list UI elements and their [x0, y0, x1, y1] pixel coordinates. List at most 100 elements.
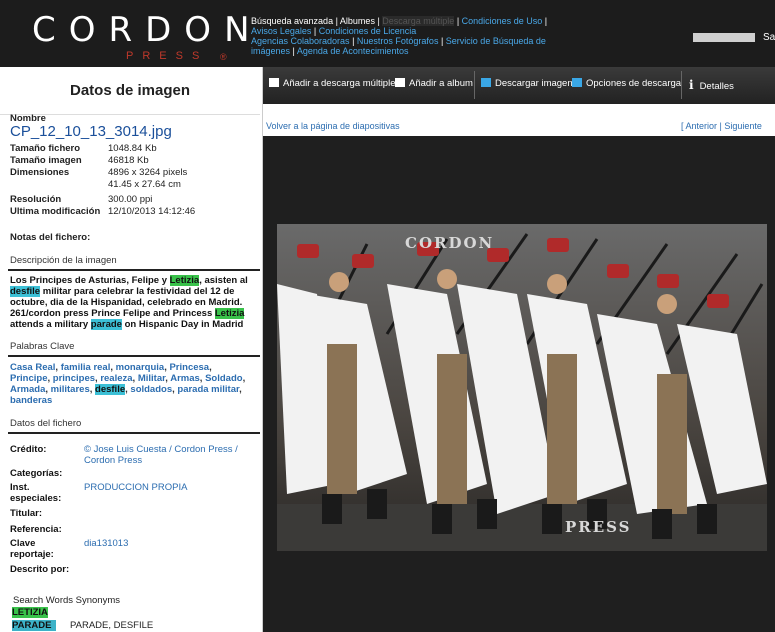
meta-row: Resolución 300.00 ppi — [10, 194, 152, 205]
meta-key: Tamaño imagen — [10, 155, 82, 166]
nav-agenda[interactable]: Agenda de Acontecimientos — [297, 46, 409, 56]
desc-text: attends a military — [10, 319, 91, 330]
inst-value: PRODUCCION PROPIA — [84, 482, 188, 493]
keyword-link[interactable]: banderas — [10, 395, 52, 406]
divider — [8, 269, 260, 271]
logo-registered-mark: ® — [220, 52, 227, 62]
prev-next-nav[interactable]: [ Anterior | Siguiente — [681, 121, 762, 131]
add-multi-download-button[interactable]: Añadir a descarga múltiple — [269, 78, 395, 89]
cordon-press-logo[interactable]: CORDON PRESS ® — [8, 6, 250, 62]
clave-value: dia131013 — [84, 538, 129, 549]
descrito-label: Descrito por: — [10, 564, 70, 575]
meta-row: Tamaño fichero 1048.84 Kb — [10, 143, 157, 154]
divider — [8, 355, 260, 357]
nav-fotografos[interactable]: Nuestros Fotógrafos — [357, 36, 439, 46]
add-album-button[interactable]: Añadir a album — [395, 78, 473, 89]
toolbar-separator — [474, 71, 475, 99]
nav-condiciones-licencia[interactable]: Condiciones de Licencia — [319, 26, 417, 36]
clave-label: Clave reportaje: — [10, 538, 54, 560]
keyword-link[interactable]: Armas — [170, 373, 200, 384]
synonym-term: PARADE — [12, 620, 56, 631]
logo-main-text: CORDON — [32, 10, 263, 50]
meta-value: 1048.84 Kb — [108, 143, 157, 154]
keyword-link[interactable]: familia real — [61, 362, 111, 373]
download-options-button[interactable]: Opciones de descarga — [572, 78, 681, 89]
keyword-link[interactable]: Militar — [138, 373, 165, 384]
preview-image[interactable]: CORDON PRESS — [277, 224, 767, 551]
download-image-button[interactable]: Descargar imagen — [481, 78, 573, 89]
cart-icon — [269, 78, 279, 87]
back-to-slides-link[interactable]: Volver a la página de diapositivas — [266, 121, 400, 131]
meta-key: Ultima modificación — [10, 206, 101, 217]
keyword-list: Casa Real, familia real, monarquia, Prin… — [10, 362, 246, 406]
keyword-link[interactable]: Soldado — [205, 373, 242, 384]
meta-value: 46818 Kb — [108, 155, 149, 166]
watermark-bottom: PRESS — [565, 518, 632, 536]
titular-label: Titular: — [10, 508, 43, 519]
keyword-link[interactable]: soldados — [130, 384, 172, 395]
nav-albumes[interactable]: Albumes — [340, 16, 375, 26]
meta-row: 41.45 x 27.64 cm — [10, 179, 181, 190]
desc-highlight: parade — [90, 319, 122, 330]
keyword-link[interactable]: parada militar — [177, 384, 239, 395]
toolbar-label: Detalles — [699, 81, 734, 92]
desc-text: , asisten al — [199, 275, 248, 286]
desc-text: Los Principes de Asturias, Felipe y — [10, 275, 170, 286]
watermark-top: CORDON — [405, 234, 495, 252]
inst-label: Inst. especiales: — [10, 482, 62, 504]
palabras-clave-label: Palabras Clave — [10, 341, 75, 352]
nav-condiciones-uso[interactable]: Condiciones de Uso — [462, 16, 543, 26]
meta-key: Tamaño fichero — [10, 143, 81, 154]
toolbar-label: Descargar imagen — [495, 78, 573, 89]
file-name: CP_12_10_13_3014.jpg — [10, 123, 172, 140]
meta-value: 4896 x 3264 pixels — [108, 167, 188, 178]
referencia-label: Referencia: — [10, 524, 62, 535]
keyword-link[interactable]: Armada — [10, 384, 45, 395]
keyword-link[interactable]: Principe — [10, 373, 48, 384]
credito-value: © Jose Luis Cuesta / Cordon Press / Cord… — [84, 444, 238, 466]
info-icon: i — [689, 78, 694, 92]
meta-value: 12/10/2013 14:12:46 — [108, 206, 196, 217]
top-navigation: Búsqueda avanzada | Albumes | Descarga m… — [251, 16, 548, 56]
image-toolbar: Añadir a descarga múltiple Añadir a albu… — [263, 67, 775, 104]
soldiers-parade-photo — [277, 224, 767, 551]
divider — [8, 432, 260, 434]
toolbar-label: Opciones de descarga — [586, 78, 682, 89]
details-button[interactable]: i Detalles — [689, 78, 734, 92]
meta-value: 41.45 x 27.64 cm — [108, 179, 181, 190]
toolbar-separator — [681, 71, 682, 99]
keyword-link[interactable]: monarquia — [116, 362, 165, 373]
notas-label: Notas del fichero: — [10, 232, 91, 243]
keyword-link[interactable]: realeza — [100, 373, 132, 384]
meta-row: Tamaño imagen 46818 Kb — [10, 155, 149, 166]
desc-text: on Hispanic Day in Madrid — [121, 319, 244, 330]
logo-sub-text: PRESS — [126, 50, 209, 62]
options-icon — [572, 78, 582, 87]
meta-row: Dimensiones 4896 x 3264 pixels — [10, 167, 187, 178]
toolbar-label: Añadir a album — [409, 78, 473, 89]
keyword-link[interactable]: Casa Real — [10, 362, 55, 373]
keyword-link[interactable]: desfile — [95, 384, 126, 395]
datos-fichero-label: Datos del fichero — [10, 418, 82, 429]
image-viewer: Añadir a descarga múltiple Añadir a albu… — [263, 67, 775, 632]
categorias-label: Categorías: — [10, 468, 63, 479]
desc-text: militar para celebrar la festividad del … — [10, 286, 243, 319]
navigation-bar: Volver a la página de diapositivas [ Ant… — [263, 104, 775, 136]
nav-busqueda-avanzada[interactable]: Búsqueda avanzada — [251, 16, 333, 26]
synonym-value: PARADE, DESFILE — [70, 620, 154, 631]
user-text[interactable]: Sa — [763, 32, 775, 43]
descripcion-label: Descripción de la imagen — [10, 255, 117, 266]
nav-agencias[interactable]: Agencias Colaboradoras — [251, 36, 350, 46]
user-name-box[interactable] — [693, 33, 755, 42]
synonym-letizia: LETIZIA — [12, 607, 48, 618]
nav-descarga-multiple[interactable]: Descarga múltiple — [382, 16, 455, 26]
image-data-panel: Datos de imagen Nombre CP_12_10_13_3014.… — [0, 67, 263, 632]
keyword-link[interactable]: principes — [53, 373, 95, 384]
keyword-link[interactable]: militares — [51, 384, 90, 395]
nav-avisos-legales[interactable]: Avisos Legales — [251, 26, 311, 36]
toolbar-label: Añadir a descarga múltiple — [283, 78, 396, 89]
desc-highlight: Letizia — [214, 308, 245, 319]
desc-highlight: desfile — [10, 286, 41, 297]
meta-row: Ultima modificación 12/10/2013 14:12:46 — [10, 206, 195, 217]
keyword-link[interactable]: Princesa — [169, 362, 209, 373]
